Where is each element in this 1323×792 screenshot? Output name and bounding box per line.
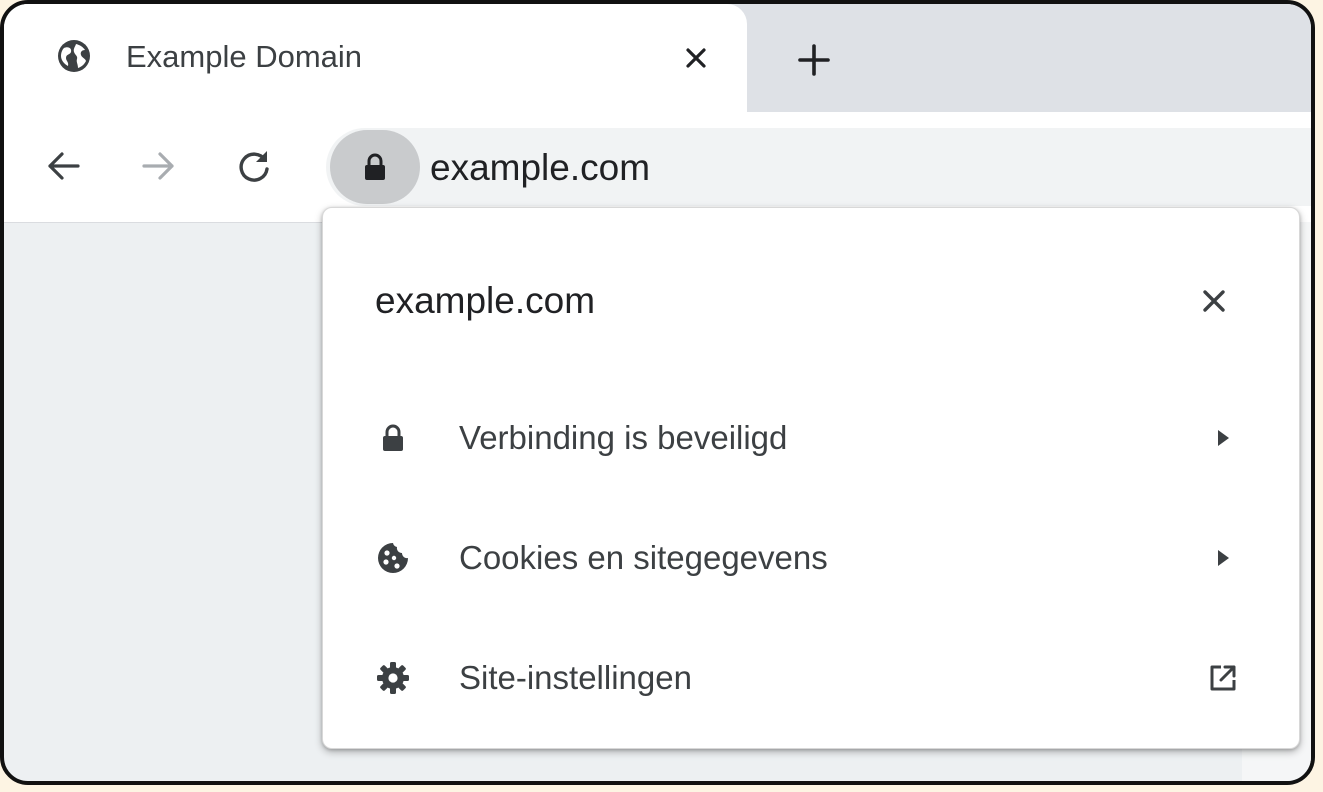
reload-icon[interactable] [232,144,276,188]
cookie-icon [373,538,413,578]
site-info-popup: example.com Verbinding is beveiligd Cook… [322,207,1300,749]
tab-title: Example Domain [126,39,363,74]
popup-title: example.com [375,280,596,321]
tab-example-domain[interactable]: Example Domain [4,4,747,112]
lock-icon[interactable] [330,130,420,204]
tab-strip: Example Domain [4,4,1311,112]
lock-icon [373,418,413,458]
menu-item-cookies[interactable]: Cookies en sitegegevens [323,504,1299,614]
gear-icon [373,658,413,698]
menu-item-label: Site-instellingen [459,659,692,696]
address-bar[interactable]: example.com [326,128,1311,206]
menu-item-site-settings[interactable]: Site-instellingen [323,624,1299,734]
close-icon[interactable] [678,40,714,76]
globe-icon [56,38,92,74]
plus-icon[interactable] [792,38,836,82]
menu-item-label: Cookies en sitegegevens [459,539,828,576]
arrow-left-icon[interactable] [42,144,86,188]
menu-item-connection-secure[interactable]: Verbinding is beveiligd [323,384,1299,494]
menu-item-label: Verbinding is beveiligd [459,419,788,456]
triangle-right-icon [1203,538,1243,578]
arrow-right-icon[interactable] [136,144,180,188]
open-in-new-icon [1203,658,1243,698]
url-text[interactable]: example.com [430,148,650,188]
browser-window: Example Domain example.com example.com V… [0,0,1315,785]
close-icon[interactable] [1191,278,1237,324]
triangle-right-icon [1203,418,1243,458]
